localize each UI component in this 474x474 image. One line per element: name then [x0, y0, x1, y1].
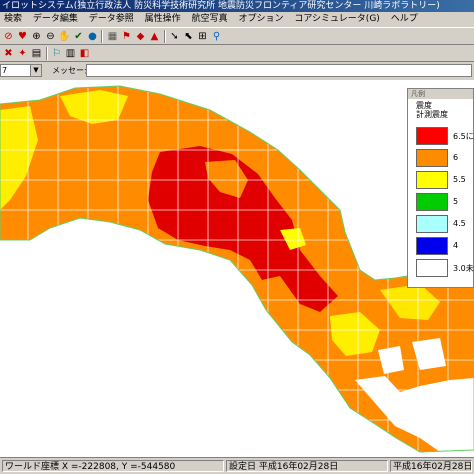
legend-swatch: [416, 215, 448, 233]
scale-select[interactable]: 7 ▼: [0, 64, 42, 77]
eraser-icon[interactable]: ✦: [16, 47, 29, 60]
map-view[interactable]: [0, 80, 474, 457]
layer-icon[interactable]: ▦: [106, 30, 119, 43]
legend-swatch: [416, 237, 448, 255]
toolbar-secondary: ✖ ✦ ▤ ⚐ ▥ ◧: [0, 45, 474, 62]
menu-data-view[interactable]: データ参照: [89, 14, 134, 24]
legend-swatch: [416, 193, 448, 211]
legend-item: 5.5: [416, 171, 474, 191]
flag-icon[interactable]: ⚑: [120, 30, 133, 43]
window-title: イロットシステム(独立行政法人 防災科学技術研究所 地震防災フロンティア研究セン…: [0, 0, 474, 12]
legend-item: 6: [416, 149, 474, 169]
menu-aerial-photo[interactable]: 航空写真: [192, 14, 228, 24]
legend-label: 4.5: [453, 219, 466, 228]
menu-help[interactable]: ヘルプ: [391, 14, 418, 24]
check-icon[interactable]: ✔: [72, 30, 85, 43]
legend-item: 5: [416, 193, 474, 213]
heart-icon[interactable]: ♥: [16, 30, 29, 43]
measure-icon[interactable]: ⊞: [196, 30, 209, 43]
stop-icon[interactable]: ⊘: [2, 30, 15, 43]
zoom-in-icon[interactable]: ⊕: [30, 30, 43, 43]
legend-item: 4: [416, 237, 474, 257]
flag-blue-icon[interactable]: ⚐: [50, 47, 63, 60]
globe-icon[interactable]: ●: [86, 30, 99, 43]
legend-item: 3.0未: [416, 259, 474, 279]
menu-attribute[interactable]: 属性操作: [145, 14, 181, 24]
grid-icon[interactable]: ▥: [64, 47, 77, 60]
legend-label: 6: [453, 153, 459, 162]
menu-search[interactable]: 検索: [4, 14, 22, 24]
print-icon[interactable]: ▤: [30, 47, 43, 60]
seismic-intensity-map[interactable]: [0, 80, 474, 457]
menu-bar: 検索 データ編集 データ参照 属性操作 航空写真 オプション コアシミュレータ(…: [0, 12, 474, 26]
zoom-out-icon[interactable]: ⊖: [44, 30, 57, 43]
legend-title: 震度: [416, 101, 432, 110]
chevron-down-icon[interactable]: ▼: [30, 65, 41, 76]
pointer-icon[interactable]: ➘: [168, 30, 181, 43]
marker-icon[interactable]: ◆: [134, 30, 147, 43]
legend-panel: 凡例 震度 計測震度 6.5に 6 5.5 5 4.5 4 3.0未: [407, 88, 474, 288]
legend-header: 凡例: [408, 89, 473, 99]
search-icon[interactable]: ⚲: [210, 30, 223, 43]
legend-label: 5.5: [453, 175, 466, 184]
legend-item: 6.5に: [416, 127, 474, 147]
legend-label: 5: [453, 197, 459, 206]
menu-options[interactable]: オプション: [238, 14, 283, 24]
legend-swatch: [416, 259, 448, 277]
shape-icon[interactable]: ◧: [78, 47, 91, 60]
status-bar: ワールド座標 X =-222808, Y =-544580 設定日 平成16年0…: [0, 457, 474, 474]
legend-subtitle: 計測震度: [416, 110, 448, 119]
message-field: [86, 64, 472, 77]
menu-simulator[interactable]: コアシミュレータ(G): [294, 14, 379, 24]
pin-icon[interactable]: ▲: [148, 30, 161, 43]
legend-swatch: [416, 149, 448, 167]
legend-swatch: [416, 171, 448, 189]
scale-select-value: 7: [2, 66, 8, 75]
current-date-field: 平成16年02月28日: [390, 460, 472, 472]
legend-label: 4: [453, 241, 459, 250]
legend-label: 6.5に: [453, 132, 474, 141]
select-icon[interactable]: ⬉: [182, 30, 195, 43]
set-date-field: 設定日 平成16年02月28日: [226, 460, 388, 472]
message-toolbar: 7 ▼ メッセージ: [0, 62, 474, 80]
legend-swatch: [416, 127, 448, 145]
alert-icon[interactable]: ✖: [2, 47, 15, 60]
coordinate-readout: ワールド座標 X =-222808, Y =-544580: [2, 460, 224, 472]
legend-item: 4.5: [416, 215, 474, 235]
legend-label: 3.0未: [453, 264, 474, 273]
menu-data-edit[interactable]: データ編集: [33, 14, 78, 24]
pan-hand-icon[interactable]: ✋: [58, 30, 71, 43]
toolbar-main: ⊘ ♥ ⊕ ⊖ ✋ ✔ ● ▦ ⚑ ◆ ▲ ➘ ⬉ ⊞ ⚲: [0, 27, 474, 45]
